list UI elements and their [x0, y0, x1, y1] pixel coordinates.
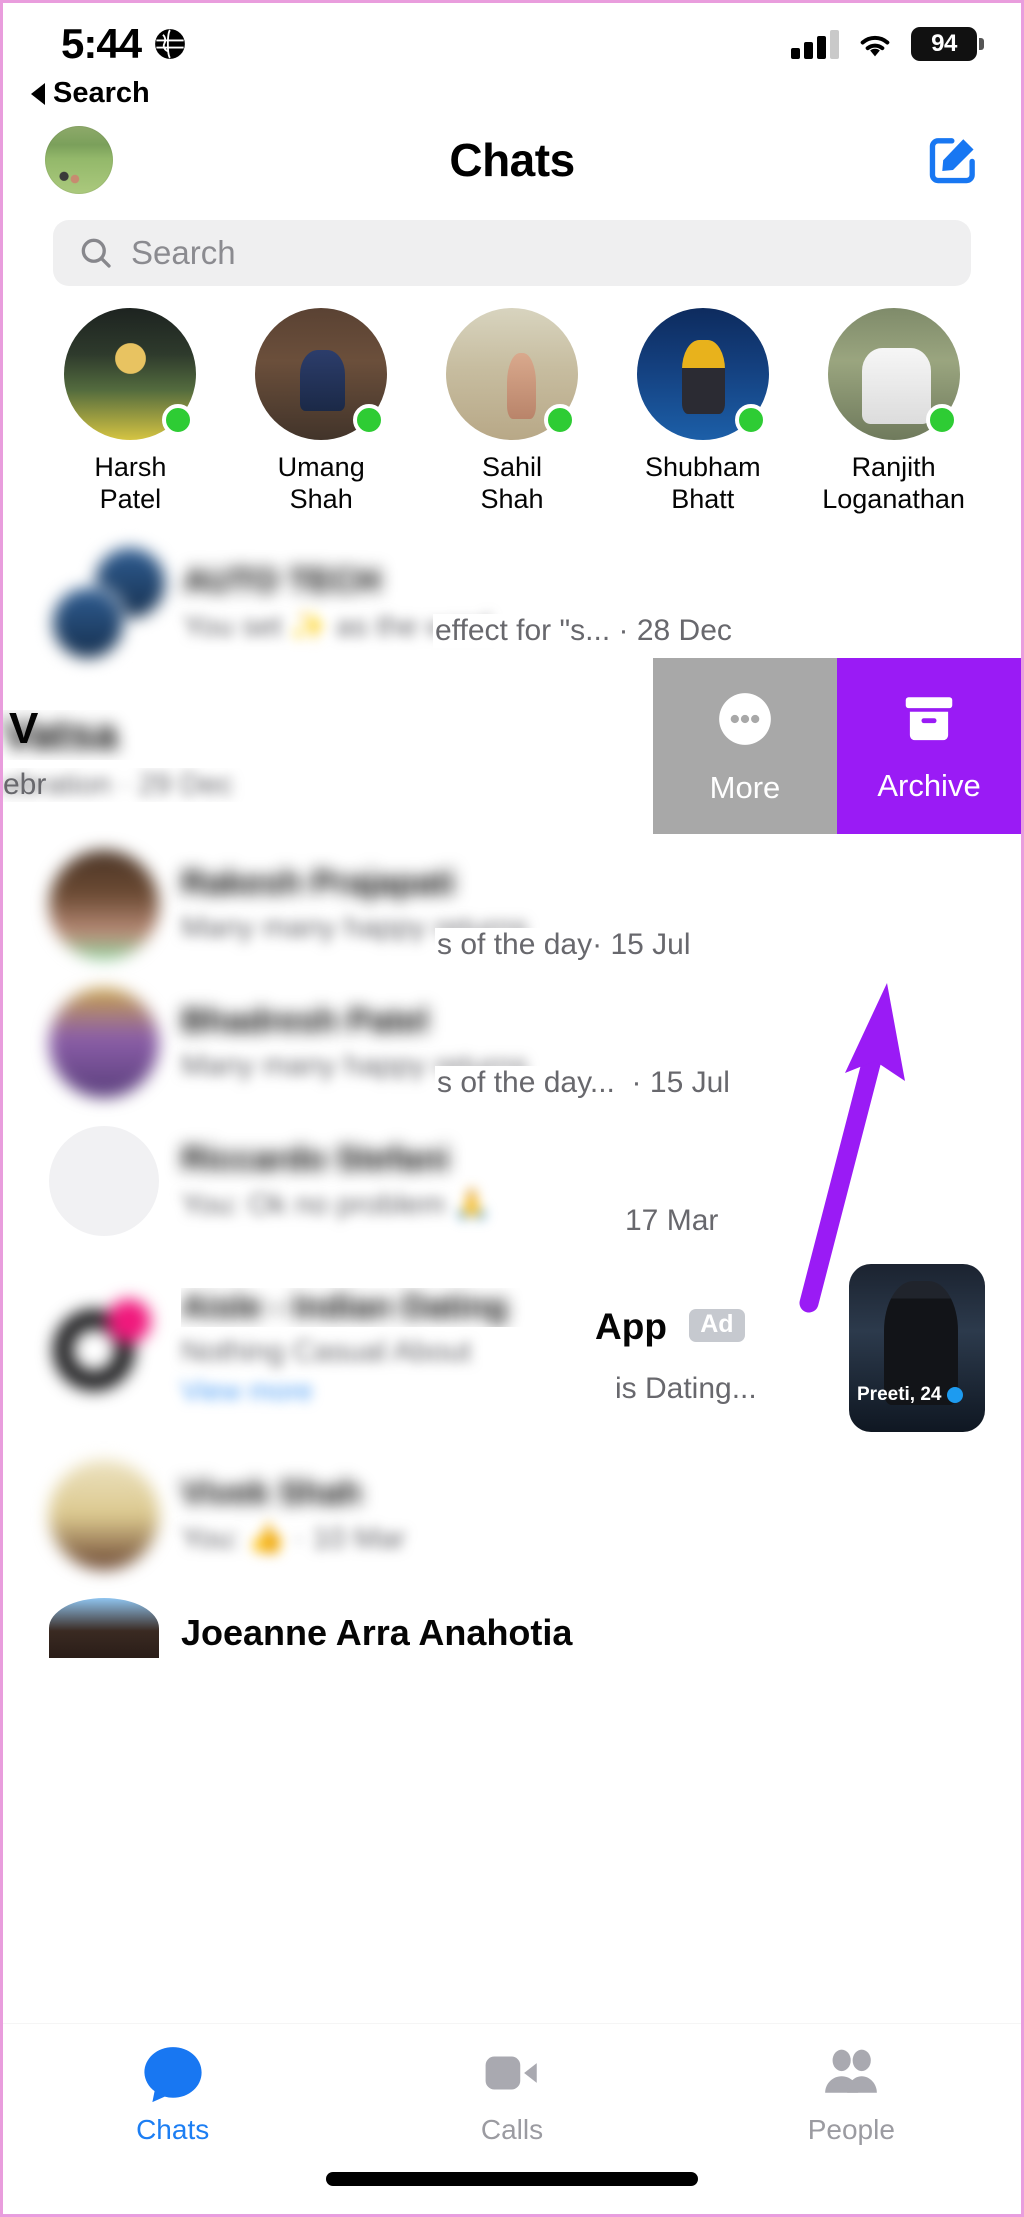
avatar-wrap — [636, 308, 769, 440]
active-contact-name: Shubham Bhatt — [644, 452, 761, 514]
archive-button-label: Archive — [877, 767, 981, 803]
tab-label: People — [807, 2114, 895, 2145]
back-link-label: Search — [53, 77, 150, 109]
avatar — [49, 1597, 159, 1658]
active-contact-ranjith-loganathan[interactable]: Ranjith Loganathan — [802, 308, 985, 516]
search-icon — [81, 238, 111, 268]
active-contact-sahil-shah[interactable]: Sahil Shah — [421, 308, 604, 516]
more-button[interactable]: More — [653, 657, 837, 834]
sponsored-row[interactable]: Aisle - Indian Dating Nothing Casual Abo… — [3, 1250, 1021, 1446]
search-placeholder: Search — [131, 234, 236, 271]
tab-people[interactable]: People — [682, 2042, 1021, 2146]
chat-name: Bhadresh Patel — [181, 1002, 429, 1041]
profile-avatar[interactable] — [45, 126, 113, 194]
chat-snippet-visible: s of the day· 15 Jul — [435, 927, 691, 962]
compose-icon[interactable] — [925, 132, 981, 188]
avatar-wrap — [445, 308, 578, 440]
chat-name: Vivek Shah — [181, 1473, 362, 1512]
table-row[interactable]: Rakesh Prajapati Many many happy returns… — [3, 836, 1021, 974]
active-contact-name: Umang Shah — [277, 452, 365, 514]
chat-row-body: Riccardo Stefani You: Ok no problem 🙏 — [181, 1140, 985, 1222]
battery-level: 94 — [931, 30, 957, 57]
avatar — [49, 849, 159, 960]
battery-indicator: 94 — [911, 27, 984, 61]
active-contact-shubham-bhatt[interactable]: Shubham Bhatt — [611, 308, 794, 516]
phone-screen: 5:44 94 Search Chats Search Harsh Patel … — [0, 0, 1024, 2217]
avatar-wrap — [827, 308, 960, 440]
back-chevron-icon — [31, 82, 45, 105]
chat-name: Joeanne Arra Anahotia — [181, 1611, 573, 1653]
active-contact-name: Harsh Patel — [94, 452, 167, 514]
avatar-wrap — [64, 308, 197, 440]
search-input[interactable]: Search — [53, 220, 971, 286]
status-bar-left: 5:44 — [61, 20, 187, 68]
avatar — [49, 987, 159, 1098]
home-indicator — [326, 2172, 698, 2186]
ad-badge: Ad — [689, 1308, 745, 1342]
video-camera-icon — [485, 2056, 537, 2090]
chat-row-body: Vivek Shah You: 👍 · 10 Mar — [181, 1474, 985, 1556]
advertiser-logo — [49, 1293, 159, 1403]
nav-bar: Chats — [3, 114, 1021, 206]
table-row[interactable]: Vivek Shah You: 👍 · 10 Mar — [3, 1446, 1021, 1584]
active-contacts-row: Harsh Patel Umang Shah Sahil Shah Shubha… — [3, 286, 1021, 522]
active-contact-umang-shah[interactable]: Umang Shah — [230, 308, 413, 516]
chat-snippet: You: Ok no problem 🙏 — [181, 1187, 491, 1221]
tab-label: Calls — [480, 2114, 544, 2145]
tab-label: Chats — [136, 2114, 210, 2145]
chat-list: AUTO TECH You set ✨ as the word effect f… — [3, 522, 1021, 1672]
wifi-icon — [860, 35, 890, 57]
chat-row-body: Joeanne Arra Anahotia — [181, 1598, 985, 1654]
table-row[interactable]: AUTO TECH You set ✨ as the word effect f… — [3, 522, 1021, 676]
group-avatar — [49, 543, 169, 662]
avatar — [49, 1125, 159, 1236]
status-time: 5:44 — [61, 20, 142, 67]
online-status-dot — [734, 404, 767, 436]
archive-button[interactable]: Archive — [837, 657, 1021, 834]
chat-name: Rakesh Prajapati — [181, 864, 456, 903]
chat-name: AUTO TECH — [183, 561, 381, 600]
globe-icon — [155, 29, 185, 59]
ad-snippet-visible: is Dating... — [613, 1371, 757, 1406]
active-contact-harsh-patel[interactable]: Harsh Patel — [39, 308, 222, 516]
back-to-search-link[interactable]: Search — [3, 75, 1021, 114]
archive-box-icon — [905, 697, 953, 740]
ad-thumbnail[interactable]: Preeti, 24 — [849, 1263, 985, 1432]
chat-snippet-visible: s of the day... · 15 Jul — [435, 1065, 730, 1100]
list-fade — [3, 1984, 1021, 2024]
ellipsis-circle-icon — [719, 692, 771, 745]
verified-badge-icon — [946, 1386, 963, 1403]
cellular-signal-icon — [791, 29, 839, 59]
more-button-label: More — [709, 769, 781, 805]
table-row[interactable]: Riccardo Stefani You: Ok no problem 🙏 17… — [3, 1112, 1021, 1250]
bottom-tab-bar: Chats Calls People — [3, 2024, 1021, 2214]
status-bar: 5:44 94 — [3, 3, 1021, 75]
tab-calls[interactable]: Calls — [342, 2042, 681, 2146]
table-row[interactable]: Bhadresh Patel Many many happy returns s… — [3, 974, 1021, 1112]
avatar-wrap — [255, 308, 388, 440]
swipe-action-buttons: More Archive — [653, 657, 1021, 834]
chat-bubble-icon — [144, 2047, 202, 2103]
active-contact-name: Ranjith Loganathan — [822, 452, 965, 514]
online-status-dot — [162, 404, 195, 436]
ad-caption: Preeti, 24 — [857, 1384, 963, 1406]
chat-name: Riccardo Stefani — [181, 1139, 450, 1178]
online-status-dot — [353, 404, 386, 436]
chat-date: 17 Mar — [623, 1203, 719, 1238]
online-status-dot — [543, 404, 576, 436]
avatar — [49, 1459, 159, 1570]
people-icon — [825, 2049, 878, 2093]
table-row[interactable]: Joeanne Arra Anahotia — [3, 1584, 1021, 1672]
table-row-swiped[interactable]: V Vatsa ebr ebration · 29 Dec More Archi… — [3, 657, 1021, 836]
tab-chats[interactable]: Chats — [3, 2042, 342, 2146]
chat-snippet: You: 👍 · 10 Mar — [181, 1521, 406, 1555]
active-contact-name: Sahil Shah — [480, 452, 544, 514]
chat-snippet-visible: effect for "s... · 28 Dec — [433, 613, 732, 648]
ad-title-visible: App Ad — [593, 1305, 745, 1348]
page-title: Chats — [449, 134, 575, 186]
search-section: Search — [3, 206, 1021, 286]
status-bar-right: 94 — [791, 27, 984, 61]
online-status-dot — [925, 404, 958, 436]
